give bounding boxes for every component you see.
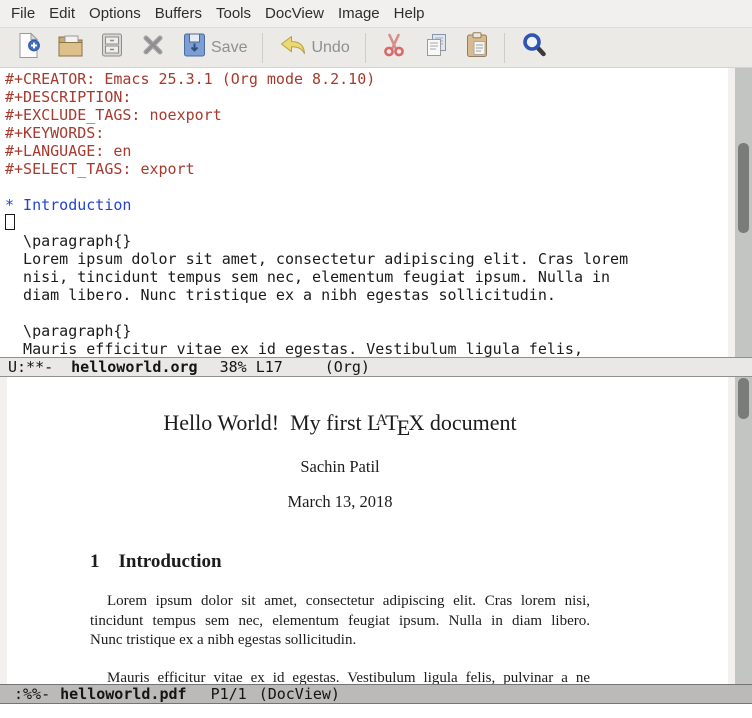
pdf-page: Hello World! My first LATEX document Sac… [7, 377, 673, 684]
scissors-icon [381, 32, 407, 63]
buffer-line: #+DESCRIPTION: [5, 88, 726, 106]
mode-line-org: U:**- helloworld.org 38% L17 (Org) [0, 357, 752, 377]
scrollbar-track-pdf[interactable] [735, 377, 752, 684]
pdf-paragraph: Lorem ipsum dolor sit amet, consectetur … [90, 592, 590, 651]
close-x-icon [140, 32, 166, 63]
buffer-line: \paragraph{} [5, 232, 726, 250]
save-button[interactable]: Save [174, 30, 255, 66]
open-file-button[interactable] [49, 30, 92, 66]
toolbar-separator [262, 33, 263, 63]
right-fringe [728, 377, 735, 684]
search-button[interactable] [512, 30, 556, 66]
modeline-buffer-name: helloworld.pdf [60, 685, 186, 703]
menu-item-buffers[interactable]: Buffers [148, 5, 209, 22]
buffer-line [5, 178, 726, 196]
emacs-frame: FileEditOptionsBuffersToolsDocViewImageH… [0, 0, 752, 718]
menu-item-options[interactable]: Options [82, 5, 148, 22]
copy-button[interactable] [415, 30, 457, 66]
modeline-line-number: L17 [256, 358, 283, 376]
menu-item-file[interactable]: File [4, 5, 42, 22]
mode-line-pdf: :%%- helloworld.pdf P1/1 (DocView) [0, 684, 752, 704]
pdf-text-line: Nunc tristique ex a nibh egestas sollici… [90, 631, 590, 651]
menu-bar: FileEditOptionsBuffersToolsDocViewImageH… [0, 0, 752, 28]
undo-arrow-icon [278, 33, 307, 62]
modeline-page-indicator: P1/1 [211, 685, 247, 703]
buffer-line: diam libero. Nunc tristique ex a nibh eg… [5, 286, 726, 304]
close-buffer-button[interactable] [132, 30, 174, 66]
menu-item-docview[interactable]: DocView [258, 5, 331, 22]
buffer-line: * Introduction [5, 196, 726, 214]
modeline-major-mode[interactable]: (DocView) [259, 685, 340, 703]
right-fringe [728, 68, 735, 357]
save-as-button[interactable] [92, 30, 132, 66]
open-folder-icon [57, 33, 84, 63]
scrollbar-thumb-pdf[interactable] [738, 378, 749, 419]
copy-pages-icon [423, 32, 449, 63]
pdf-title: Hello World! My first LATEX document [7, 410, 673, 441]
toolbar-separator [365, 33, 366, 63]
text-cursor [5, 214, 15, 230]
menu-item-tools[interactable]: Tools [209, 5, 258, 22]
org-buffer-text[interactable]: #+CREATOR: Emacs 25.3.1 (Org mode 8.2.10… [5, 70, 726, 357]
buffer-line: #+KEYWORDS: [5, 124, 726, 142]
buffer-line: Mauris efficitur vitae ex id egestas. Ve… [5, 340, 726, 357]
section-title: Introduction [119, 551, 222, 572]
menu-item-edit[interactable]: Edit [42, 5, 82, 22]
paste-button[interactable] [457, 30, 497, 66]
buffer-line: #+EXCLUDE_TAGS: noexport [5, 106, 726, 124]
pdf-text-line: tincidunt tempus sem nec, elementum feug… [90, 612, 590, 632]
new-file-icon [16, 32, 41, 64]
docview-window[interactable]: Hello World! My first LATEX document Sac… [0, 377, 752, 684]
pdf-date: March 13, 2018 [7, 492, 673, 512]
buffer-line: \paragraph{} [5, 322, 726, 340]
buffer-line: #+LANGUAGE: en [5, 142, 726, 160]
scrollbar-thumb-org[interactable] [738, 143, 749, 233]
toolbar-separator [504, 33, 505, 63]
pdf-partial-line: Mauris efficitur vitae ex id egestas. Ve… [90, 669, 590, 684]
org-buffer-window[interactable]: #+CREATOR: Emacs 25.3.1 (Org mode 8.2.10… [0, 68, 752, 357]
menu-item-help[interactable]: Help [387, 5, 432, 22]
toolbar: Save Undo [0, 28, 752, 68]
buffer-line: nisi, tincidunt tempus sem nec, elementu… [5, 268, 726, 286]
modeline-flags: U:**- [8, 358, 53, 376]
cut-button[interactable] [373, 30, 415, 66]
latex-logo: LATEX [367, 410, 424, 435]
section-number: 1 [90, 551, 100, 572]
modeline-scroll-percent: 38% [220, 358, 247, 376]
buffer-line [5, 214, 726, 232]
pdf-section-heading: 1 Introduction [90, 551, 222, 573]
save-button-label: Save [211, 39, 247, 57]
buffer-line: #+CREATOR: Emacs 25.3.1 (Org mode 8.2.10… [5, 70, 726, 88]
file-cabinet-icon [100, 32, 124, 63]
buffer-line [5, 304, 726, 322]
undo-button[interactable]: Undo [270, 30, 357, 66]
buffer-line: #+SELECT_TAGS: export [5, 160, 726, 178]
modeline-major-mode[interactable]: (Org) [325, 358, 370, 376]
save-disk-icon [182, 32, 207, 63]
echo-area[interactable] [0, 704, 752, 718]
menu-items: FileEditOptionsBuffersToolsDocViewImageH… [4, 5, 432, 22]
new-file-button[interactable] [8, 30, 49, 66]
menu-item-image[interactable]: Image [331, 5, 387, 22]
modeline-flags: :%%- [14, 685, 50, 703]
buffer-line: Lorem ipsum dolor sit amet, consectetur … [5, 250, 726, 268]
undo-button-label: Undo [311, 39, 349, 57]
left-fringe [0, 377, 7, 684]
search-icon [520, 31, 548, 64]
scrollbar-track-org[interactable] [735, 68, 752, 357]
modeline-buffer-name: helloworld.org [71, 358, 197, 376]
pdf-author: Sachin Patil [7, 457, 673, 477]
pdf-text-line: Lorem ipsum dolor sit amet, consectetur … [90, 592, 590, 612]
clipboard-icon [465, 32, 489, 63]
